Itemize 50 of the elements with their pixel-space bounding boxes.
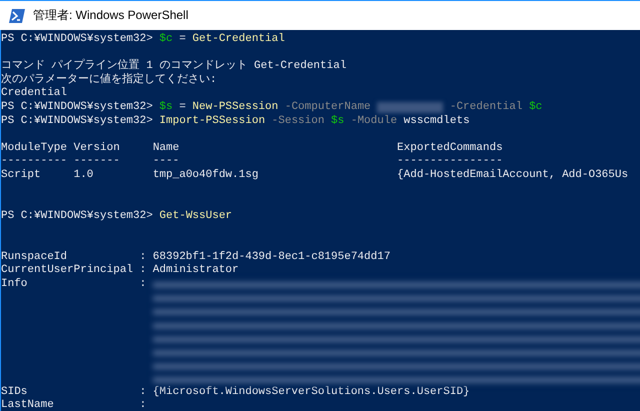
output-text: 次のパラメーターに値を指定してください: bbox=[1, 74, 217, 87]
column-header: ExportedCommands bbox=[397, 142, 504, 156]
powershell-icon bbox=[9, 8, 25, 22]
output-text: Credential bbox=[1, 87, 68, 101]
header-rule: ---------- bbox=[1, 155, 68, 169]
header-rule: ---------------- bbox=[397, 155, 504, 169]
parameter-text: -Credential bbox=[450, 100, 522, 115]
property-name: Info bbox=[1, 278, 28, 292]
property-value: 68392bf1-1f2d-439d-8ec1-c8195e74dd17 bbox=[152, 250, 392, 264]
table-cell-text: Script bbox=[1, 168, 42, 183]
header-rule: ---- bbox=[152, 155, 180, 169]
output-text: コマンド パイプライン位置 1 のコマンドレット Get-Credential bbox=[1, 60, 346, 72]
property-value: {Microsoft.WindowsServerSolutions.Users.UserSID} bbox=[152, 386, 471, 400]
column-header: Version bbox=[74, 142, 121, 156]
property-name: RunspaceId bbox=[1, 250, 68, 264]
column-header: Name bbox=[152, 142, 180, 156]
column-header: ModuleType bbox=[1, 142, 68, 156]
property-name: SIDs bbox=[1, 386, 28, 400]
parameter-text: -Session bbox=[272, 114, 324, 128]
property-colon: : bbox=[140, 264, 148, 278]
property-name: CurrentUserPrincipal bbox=[1, 264, 134, 278]
property-name: LastName bbox=[1, 399, 55, 411]
table-cell-text: 1.0 bbox=[74, 168, 94, 183]
command-text: New-PSSession bbox=[192, 100, 278, 115]
prompt-text: PS C:¥WINDOWS¥system32> bbox=[1, 114, 153, 128]
redacted-text bbox=[377, 102, 444, 113]
property-colon: : bbox=[140, 250, 148, 264]
property-colon: : bbox=[140, 399, 148, 411]
property-colon: : bbox=[140, 386, 148, 400]
variable-text: $s bbox=[159, 100, 173, 115]
table-cell-text: tmp_a0o40fdw.1sg bbox=[152, 168, 260, 183]
property-value: Administrator bbox=[152, 264, 240, 278]
parameter-text: -Module bbox=[350, 114, 398, 128]
window-title: 管理者: Windows PowerShell bbox=[33, 7, 188, 24]
parameter-text: -ComputerName bbox=[284, 100, 371, 115]
prompt-text: PS C:¥WINDOWS¥system32> bbox=[1, 33, 153, 47]
prompt-text: PS C:¥WINDOWS¥system32> bbox=[1, 100, 153, 115]
prompt-text: PS C:¥WINDOWS¥system32> bbox=[1, 210, 153, 224]
variable-text: $c bbox=[529, 100, 542, 115]
output-text: wsscmdlets bbox=[404, 114, 470, 128]
header-rule: ------- bbox=[74, 155, 121, 169]
command-text: Get-Credential bbox=[192, 33, 285, 47]
property-colon: : bbox=[140, 278, 148, 292]
output-text: = bbox=[179, 100, 186, 115]
table-cell-text: {Add-HostedEmailAccount, Add-O365Us bbox=[397, 168, 630, 183]
output-text: = bbox=[179, 33, 186, 47]
command-text: Import-PSSession bbox=[159, 114, 266, 128]
variable-text: $s bbox=[331, 114, 344, 128]
variable-text: $c bbox=[159, 33, 173, 47]
command-text: Get-WssUser bbox=[159, 210, 232, 224]
